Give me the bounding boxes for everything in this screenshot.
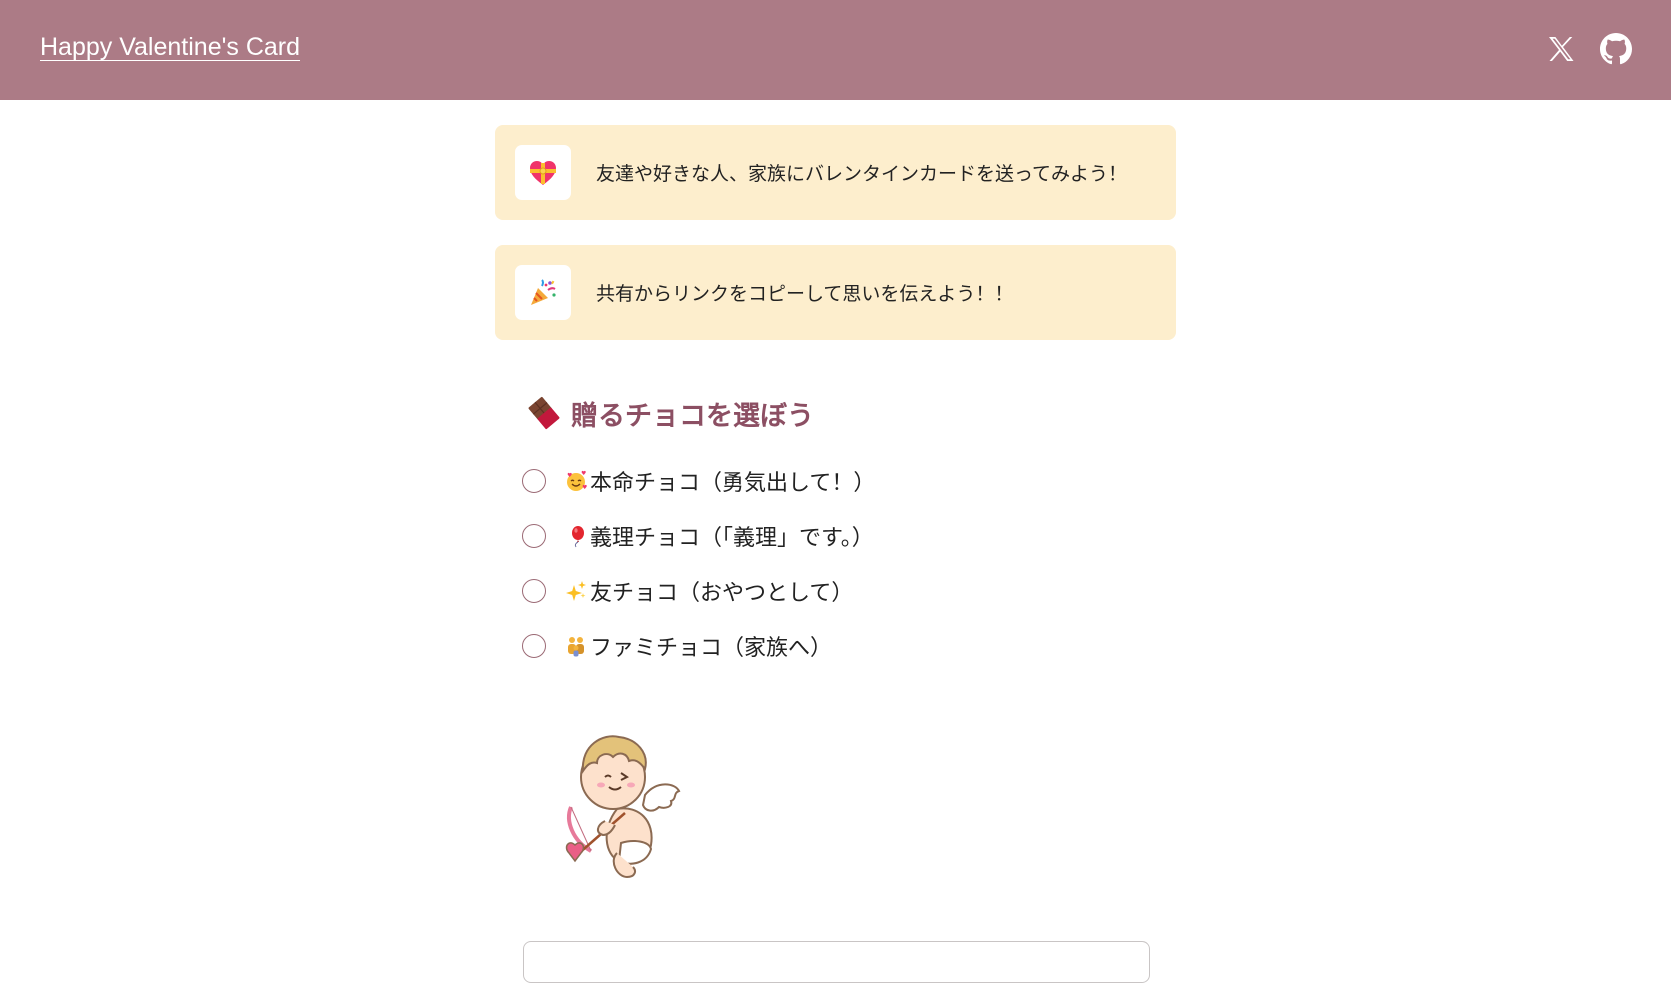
x-logo-icon [1549, 37, 1574, 61]
site-title-link[interactable]: Happy Valentine's Card [40, 33, 300, 62]
option-label: 義理チョコ（「義理」です。） [590, 526, 874, 551]
app-header: Happy Valentine's Card [0, 0, 1671, 100]
main-content: 友達や好きな人、家族にバレンタインカードを送ってみよう！ 共有からリンクをコピー… [495, 125, 1176, 983]
party-popper-icon [531, 279, 556, 305]
section-title: 贈るチョコを選ぼう [571, 400, 814, 432]
x-link[interactable] [1545, 33, 1577, 65]
heart-with-ribbon-icon [530, 161, 556, 185]
option-tomo[interactable]: 友チョコ（おやつとして） [522, 574, 853, 608]
option-label: ファミチョコ（家族へ） [590, 636, 833, 661]
radio-button[interactable] [522, 579, 546, 603]
info-icon-box [515, 145, 571, 200]
red-balloon-icon [564, 524, 588, 548]
choco-section-heading: 贈るチョコを選ぼう [527, 393, 814, 433]
option-label: 本命チョコ（勇気出して！） [590, 471, 876, 496]
sparkles-icon [564, 579, 588, 603]
info-icon-box [515, 265, 571, 320]
smiling-face-with-hearts-icon [564, 469, 588, 493]
option-giri[interactable]: 義理チョコ（「義理」です。） [522, 519, 874, 553]
info-card-text: 共有からリンクをコピーして思いを伝えよう！！ [596, 283, 1014, 305]
radio-button[interactable] [522, 524, 546, 548]
info-card-share: 共有からリンクをコピーして思いを伝えよう！！ [495, 245, 1176, 340]
option-fami[interactable]: ファミチョコ（家族へ） [522, 629, 832, 663]
option-label: 友チョコ（おやつとして） [590, 581, 854, 606]
cupid-illustration [565, 735, 681, 879]
radio-button[interactable] [522, 469, 546, 493]
github-icon [1600, 33, 1632, 65]
card-preview-box [523, 941, 1150, 983]
info-card-send: 友達や好きな人、家族にバレンタインカードを送ってみよう！ [495, 125, 1176, 220]
option-honmei[interactable]: 本命チョコ（勇気出して！） [522, 464, 875, 498]
github-link[interactable] [1600, 33, 1632, 65]
family-icon [564, 634, 588, 658]
radio-button[interactable] [522, 634, 546, 658]
chocolate-bar-icon [528, 396, 560, 430]
info-card-text: 友達や好きな人、家族にバレンタインカードを送ってみよう！ [596, 163, 1128, 185]
